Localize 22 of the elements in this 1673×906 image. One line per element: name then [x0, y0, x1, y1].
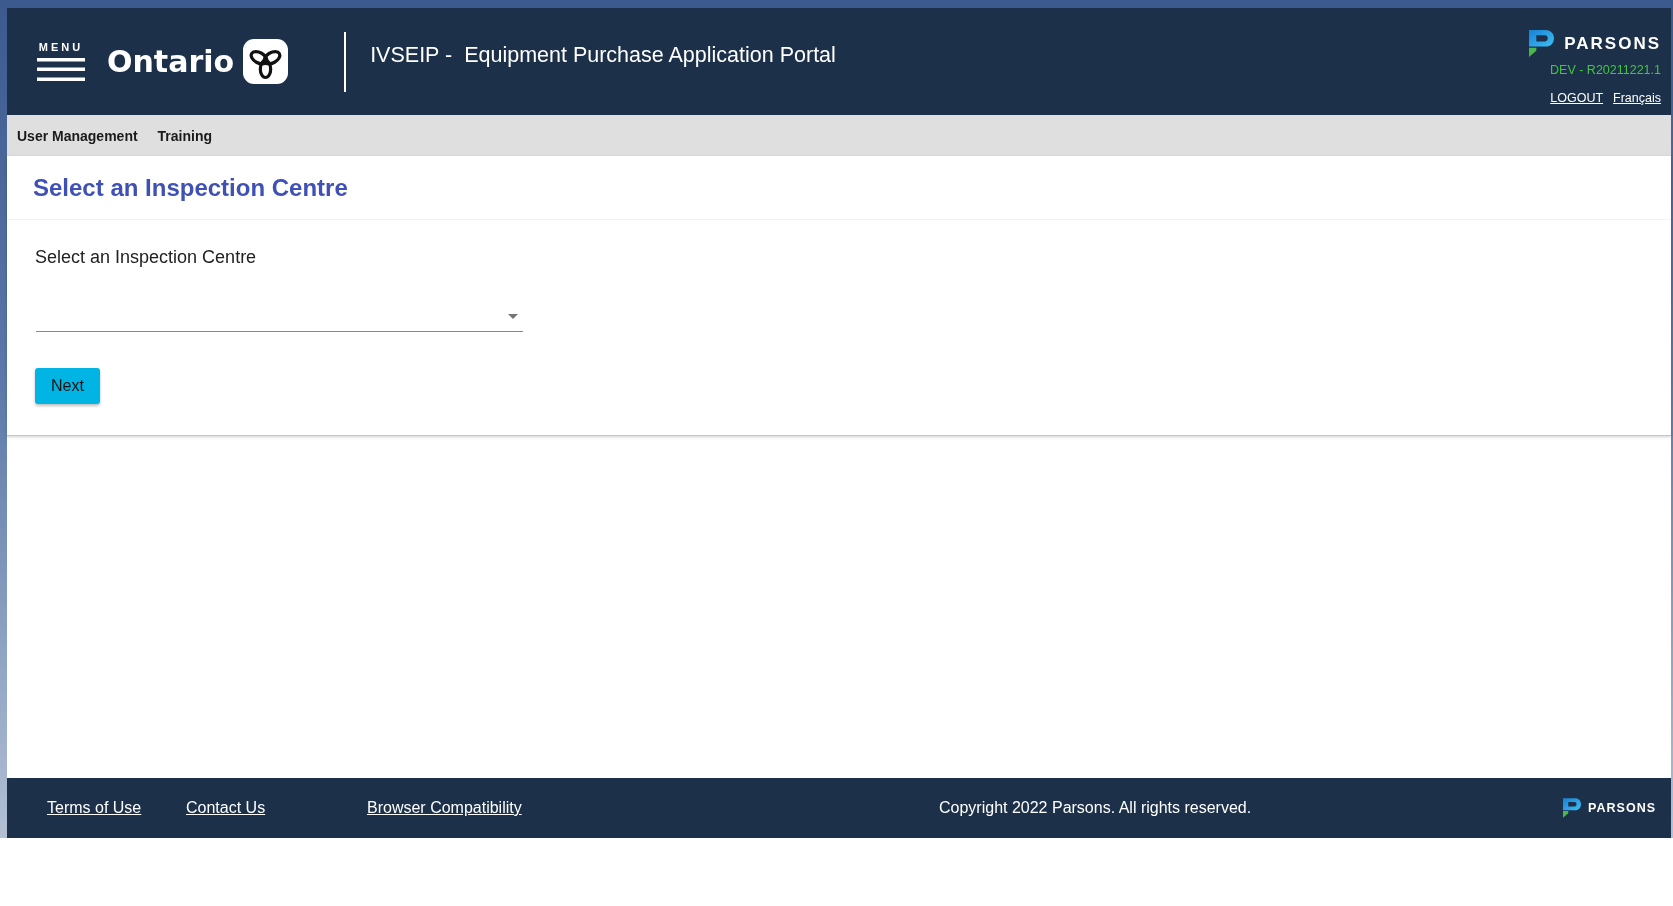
version-label: DEV - R20211221.1: [1550, 63, 1661, 78]
footer-link[interactable]: Browser Compatibility: [367, 799, 522, 817]
copyright-text: Copyright 2022 Parsons. All rights reserved.: [939, 799, 1252, 817]
trillium-icon: [243, 39, 289, 84]
header-link[interactable]: Français: [1613, 91, 1661, 106]
logo-mark-icon: [1529, 30, 1555, 57]
logo-mark-icon: [1563, 797, 1582, 819]
nav-item[interactable]: User Management: [7, 115, 148, 156]
next-button[interactable]: Next: [35, 368, 100, 404]
brand-name: Ontario: [107, 43, 235, 80]
logo-text: PARSONS: [1564, 33, 1661, 54]
footer-link[interactable]: Terms of Use: [47, 799, 142, 817]
menu-icon: [37, 58, 85, 81]
nav-item[interactable]: Training: [147, 115, 223, 156]
portal-title: IVSEIP - Equipment Purchase Application Portal: [370, 43, 836, 68]
page-title: Select an Inspection Centre: [33, 173, 348, 202]
caret-icon: [508, 314, 518, 319]
header-link[interactable]: LOGOUT: [1550, 91, 1604, 106]
menu-button[interactable]: MENU: [35, 40, 87, 83]
footer-link[interactable]: Contact Us: [186, 799, 266, 817]
field-label: Select an Inspection Centre: [35, 246, 257, 268]
logo-text: PARSONS: [1588, 801, 1656, 815]
